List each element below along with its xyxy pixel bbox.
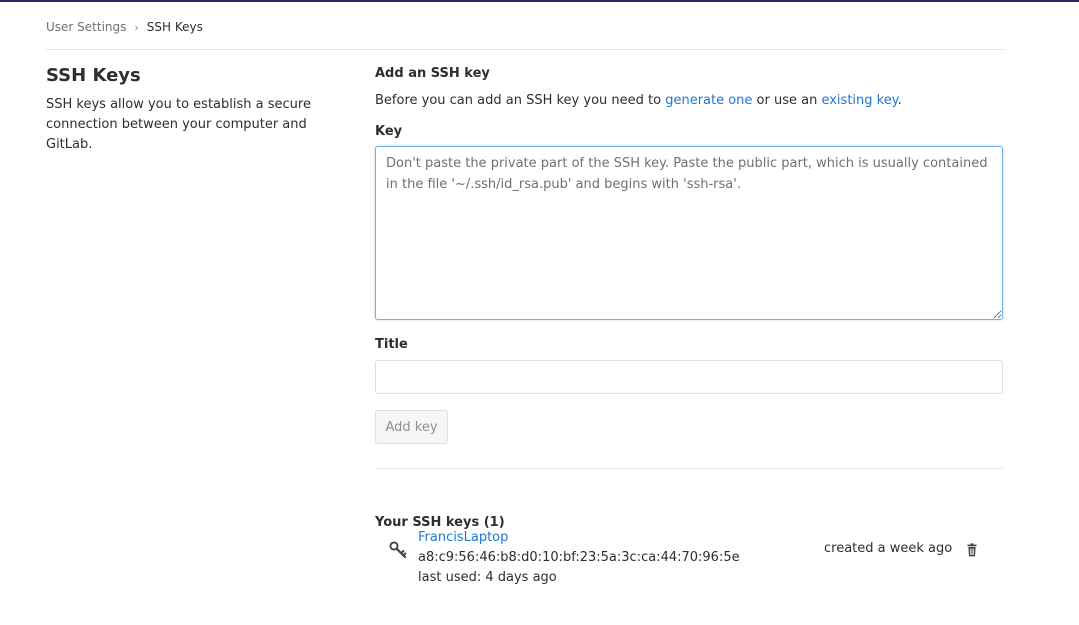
intro-text-before: Before you can add an SSH key you need t… bbox=[375, 93, 666, 108]
title-input[interactable] bbox=[375, 360, 1003, 394]
ssh-key-last-used: last used: 4 days ago bbox=[418, 570, 557, 585]
ssh-keys-page: User Settings › SSH Keys SSH Keys SSH ke… bbox=[0, 0, 1079, 625]
form-intro: Before you can add an SSH key you need t… bbox=[375, 92, 1003, 110]
add-ssh-key-form: Add an SSH key Before you can add an SSH… bbox=[375, 64, 1003, 585]
breadcrumb: User Settings › SSH Keys bbox=[46, 18, 203, 36]
existing-key-link[interactable]: existing key bbox=[821, 93, 897, 108]
key-textarea[interactable] bbox=[375, 146, 1003, 320]
trash-icon[interactable] bbox=[965, 543, 979, 557]
breadcrumb-ssh-keys[interactable]: SSH Keys bbox=[147, 20, 203, 34]
ssh-key-title-link[interactable]: FrancisLaptop bbox=[418, 530, 508, 545]
key-icon bbox=[389, 541, 407, 559]
intro-text-after: . bbox=[897, 93, 902, 108]
form-heading: Add an SSH key bbox=[375, 66, 490, 81]
intro-text-middle: or use an bbox=[752, 93, 822, 108]
page-description: SSH keys allow you to establish a secure… bbox=[46, 97, 311, 152]
ssh-key-fingerprint: a8:c9:56:46:b8:d0:10:bf:23:5a:3c:ca:44:7… bbox=[418, 550, 740, 565]
chevron-right-icon: › bbox=[134, 20, 139, 34]
settings-sidebar-info: SSH Keys SSH keys allow you to establish… bbox=[46, 64, 346, 155]
ssh-key-created: created a week ago bbox=[824, 541, 953, 556]
generate-one-link[interactable]: generate one bbox=[665, 93, 752, 108]
header-divider bbox=[46, 49, 1004, 50]
key-label: Key bbox=[375, 124, 403, 139]
title-label: Title bbox=[375, 337, 408, 352]
add-key-button[interactable]: Add key bbox=[375, 410, 448, 444]
ssh-key-details: FrancisLaptop a8:c9:56:46:b8:d0:10:bf:23… bbox=[418, 528, 740, 588]
page-title: SSH Keys bbox=[46, 65, 141, 86]
breadcrumb-user-settings[interactable]: User Settings bbox=[46, 20, 126, 34]
ssh-key-list-item: FrancisLaptop a8:c9:56:46:b8:d0:10:bf:23… bbox=[375, 528, 1003, 588]
list-divider bbox=[375, 468, 1003, 469]
